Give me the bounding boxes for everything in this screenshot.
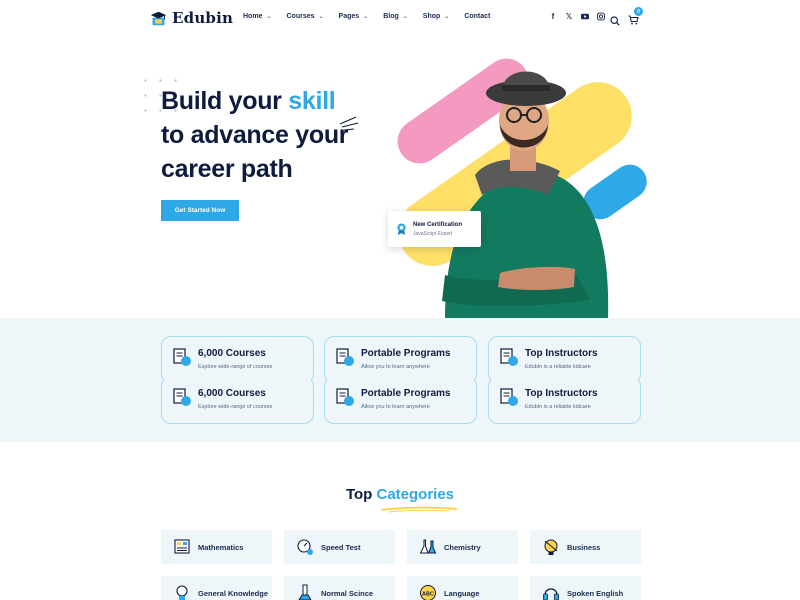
knowledge-icon [176, 585, 188, 600]
logo[interactable]: Edubin [150, 9, 233, 27]
feature-subtitle: Explore wide-range of courses [198, 364, 273, 370]
feature-title: Portable Programs [361, 348, 451, 359]
courses-icon [173, 348, 191, 366]
hero-line1-highlight: skill [288, 87, 336, 115]
category-spoken-english[interactable]: Spoken English [530, 576, 641, 600]
chevron-down-icon: ⌄ [266, 14, 272, 20]
get-started-button[interactable]: Get Started Now [161, 200, 239, 221]
language-icon: ABC [420, 585, 436, 600]
math-icon [174, 539, 190, 554]
social-links: f 𝕏 [549, 12, 605, 21]
facebook-icon[interactable]: f [549, 12, 557, 21]
speed-test-icon [297, 539, 313, 555]
main-nav: Home ⌄ Courses ⌄ Pages ⌄ Blog ⌄ Shop ⌄ Contac… [243, 13, 505, 20]
category-label: Spoken English [567, 588, 624, 598]
sparkle-icon [339, 116, 359, 131]
hero-illustration [397, 58, 647, 318]
science-icon [298, 584, 312, 600]
title-underline [380, 506, 458, 513]
nav-pages[interactable]: Pages ⌄ [339, 13, 369, 20]
brand-name: Edubin [172, 9, 234, 27]
category-label: Mathematics [198, 542, 244, 552]
cert-subtitle: JavaScript Expert [413, 230, 453, 237]
cart-button[interactable]: 0 [628, 7, 643, 30]
nav-shop[interactable]: Shop ⌄ [423, 13, 450, 20]
section-title-highlight: Categories [376, 486, 455, 503]
nav-contact[interactable]: Contact [464, 13, 490, 20]
certification-card: New Certification JavaScript Expert [388, 211, 481, 247]
hero-line1-a: Build your [161, 87, 289, 115]
category-label: Chemistry [444, 542, 481, 552]
feature-subtitle: Edubin is a reliable kidcare [525, 404, 591, 410]
category-mathematics[interactable]: Mathematics [161, 530, 272, 564]
chevron-down-icon: ⌄ [402, 14, 408, 20]
feature-title: Portable Programs [361, 388, 451, 399]
site-header: Edubin Home ⌄ Courses ⌄ Pages ⌄ Blog ⌄ Shop ⌄… [0, 0, 800, 38]
category-normal-science[interactable]: Normal Scince [284, 576, 395, 600]
nav-label: Shop [422, 13, 441, 20]
cert-title: New Certification [413, 221, 463, 228]
category-label: Business [567, 542, 601, 552]
hero-title: Build your skill to advance your career … [161, 84, 349, 186]
categories-title: Top Categories [0, 486, 800, 503]
graduation-cap-icon [150, 11, 167, 25]
feature-title: 6,000 Courses [198, 348, 266, 359]
business-icon [544, 539, 558, 555]
courses-icon [173, 388, 191, 406]
search-icon[interactable] [610, 16, 620, 26]
programs-icon [336, 388, 354, 406]
feature-subtitle: Allow you to learn anywhere [361, 364, 430, 370]
svg-text:ABC: ABC [422, 592, 434, 598]
nav-label: Contact [464, 13, 491, 20]
headphones-icon [543, 588, 559, 600]
feature-card: 6,000 Courses Explore wide-range of cours… [161, 376, 314, 424]
feature-subtitle: Allow you to learn anywhere [361, 404, 430, 410]
feature-card: Portable Programs Allow you to learn anyw… [324, 376, 477, 424]
category-speed-test[interactable]: Speed Test [284, 530, 395, 564]
hero-line3: career path [161, 155, 293, 183]
instructors-icon [500, 348, 518, 366]
category-business[interactable]: Business [530, 530, 641, 564]
programs-icon [336, 348, 354, 366]
instagram-icon[interactable] [597, 12, 605, 21]
chevron-down-icon: ⌄ [363, 14, 369, 20]
nav-label: Blog [383, 13, 399, 20]
x-icon[interactable]: 𝕏 [565, 12, 573, 21]
instructors-icon [500, 388, 518, 406]
feature-title: Top Instructors [525, 348, 598, 359]
category-label: General Knowledge [198, 588, 269, 598]
category-language[interactable]: ABC Language [407, 576, 518, 600]
header-actions: 0 [610, 7, 643, 30]
category-general-knowledge[interactable]: General Knowledge [161, 576, 272, 600]
chevron-down-icon: ⌄ [318, 14, 324, 20]
category-label: Language [444, 588, 480, 598]
nav-home[interactable]: Home ⌄ [243, 13, 271, 20]
nav-label: Courses [286, 13, 315, 20]
badge-icon [397, 223, 406, 235]
hero-line2: to advance your [161, 121, 349, 149]
cart-count-badge: 0 [634, 7, 643, 16]
feature-title: 6,000 Courses [198, 388, 266, 399]
nav-courses[interactable]: Courses ⌄ [286, 13, 323, 20]
feature-subtitle: Explore wide-range of courses [198, 404, 273, 410]
nav-blog[interactable]: Blog ⌄ [383, 13, 408, 20]
feature-title: Top Instructors [525, 388, 598, 399]
chevron-down-icon: ⌄ [444, 14, 450, 20]
feature-card: Top Instructors Edubin is a reliable kidc… [488, 376, 641, 424]
category-chemistry[interactable]: Chemistry [407, 530, 518, 564]
nav-label: Home [243, 13, 263, 20]
youtube-icon[interactable] [581, 12, 589, 21]
section-title-a: Top [345, 486, 377, 503]
cart-icon [628, 15, 639, 25]
chemistry-icon [419, 539, 437, 554]
category-label: Normal Scince [321, 588, 374, 598]
feature-subtitle: Edubin is a reliable kidcare [525, 364, 591, 370]
category-label: Speed Test [321, 542, 361, 552]
nav-label: Pages [338, 13, 360, 20]
